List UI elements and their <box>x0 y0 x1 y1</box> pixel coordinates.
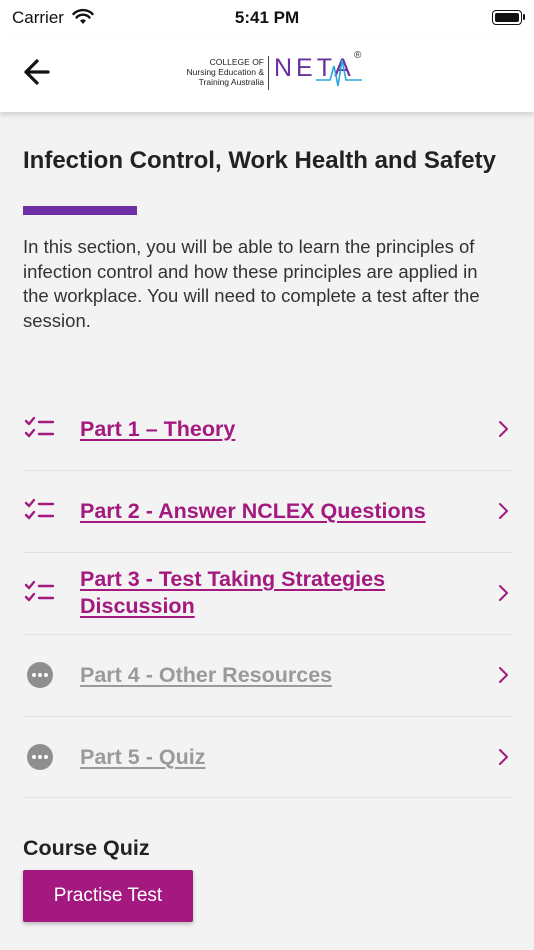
more-icon <box>27 744 53 770</box>
status-time: 5:41 PM <box>234 8 300 27</box>
back-arrow-icon[interactable] <box>18 52 58 92</box>
checklist-icon <box>24 498 55 520</box>
title-underline <box>23 206 137 215</box>
part-2-link[interactable]: Part 2 - Answer NCLEX Questions <box>80 470 474 552</box>
part-item-5[interactable]: Part 5 - Quiz <box>0 716 534 798</box>
part-item-4[interactable]: Part 4 - Other Resources <box>0 634 534 716</box>
chevron-right-icon <box>499 667 508 683</box>
checklist-icon <box>24 416 55 438</box>
checklist-icon <box>24 580 55 602</box>
more-icon <box>27 662 53 688</box>
chevron-right-icon <box>499 585 508 601</box>
status-bar: Carrier 5:41 PM <box>0 0 534 34</box>
part-item-2[interactable]: Part 2 - Answer NCLEX Questions <box>0 470 534 552</box>
chevron-right-icon <box>499 421 508 437</box>
app-header: COLLEGE OF Nursing Education & Training … <box>0 34 534 112</box>
page-title: Infection Control, Work Health and Safet… <box>23 147 496 174</box>
practise-test-button[interactable]: Practise Test <box>23 870 193 922</box>
part-5-link[interactable]: Part 5 - Quiz <box>80 716 474 798</box>
part-item-1[interactable]: Part 1 – Theory <box>0 388 534 470</box>
battery-icon <box>492 10 525 25</box>
part-3-link[interactable]: Part 3 - Test Taking Strategies Discussi… <box>80 552 474 634</box>
part-1-link[interactable]: Part 1 – Theory <box>80 388 474 470</box>
parts-list: Part 1 – Theory Part 2 - Answer NCLEX Qu… <box>0 388 534 798</box>
college-logo: COLLEGE OF Nursing Education & Training … <box>168 48 368 98</box>
chevron-right-icon <box>499 749 508 765</box>
course-quiz-heading: Course Quiz <box>23 836 150 860</box>
logo-college-name: COLLEGE OF Nursing Education & Training … <box>186 57 265 87</box>
section-description: In this section, you will be able to lea… <box>23 236 480 331</box>
ecg-line-icon <box>316 59 362 87</box>
chevron-right-icon <box>499 503 508 519</box>
part-item-3[interactable]: Part 3 - Test Taking Strategies Discussi… <box>0 552 534 634</box>
part-4-link[interactable]: Part 4 - Other Resources <box>80 634 474 716</box>
